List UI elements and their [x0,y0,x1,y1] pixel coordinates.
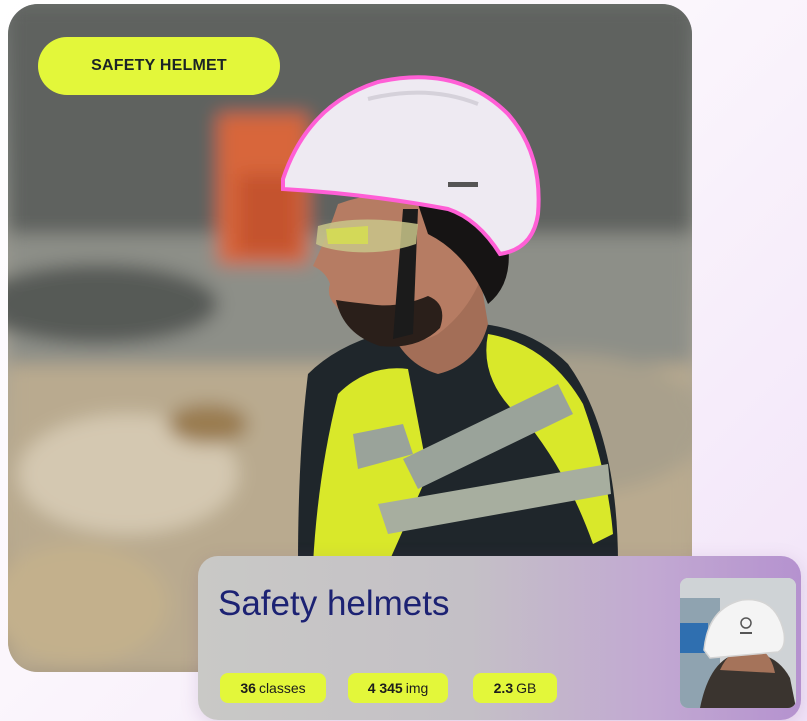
dataset-title: Safety helmets [218,584,450,623]
images-count-badge: 4 345 img [348,673,448,703]
classes-count-value: 36 [240,680,256,696]
dataset-size-badge: 2.3 GB [473,673,557,703]
dataset-size-value: 2.3 [493,680,514,696]
classes-count-unit: classes [258,680,306,696]
images-count-value: 4 345 [367,680,403,696]
images-count-unit: img [405,680,429,696]
dataset-size-unit: GB [516,680,537,696]
dataset-card[interactable]: Safety helmets 36 classes 4 345 img 2.3 … [198,556,801,720]
classes-count-badge: 36 classes [220,673,326,703]
helmet-label-tag: SAFETY HELMET [38,37,280,95]
dataset-thumbnail [680,578,796,708]
